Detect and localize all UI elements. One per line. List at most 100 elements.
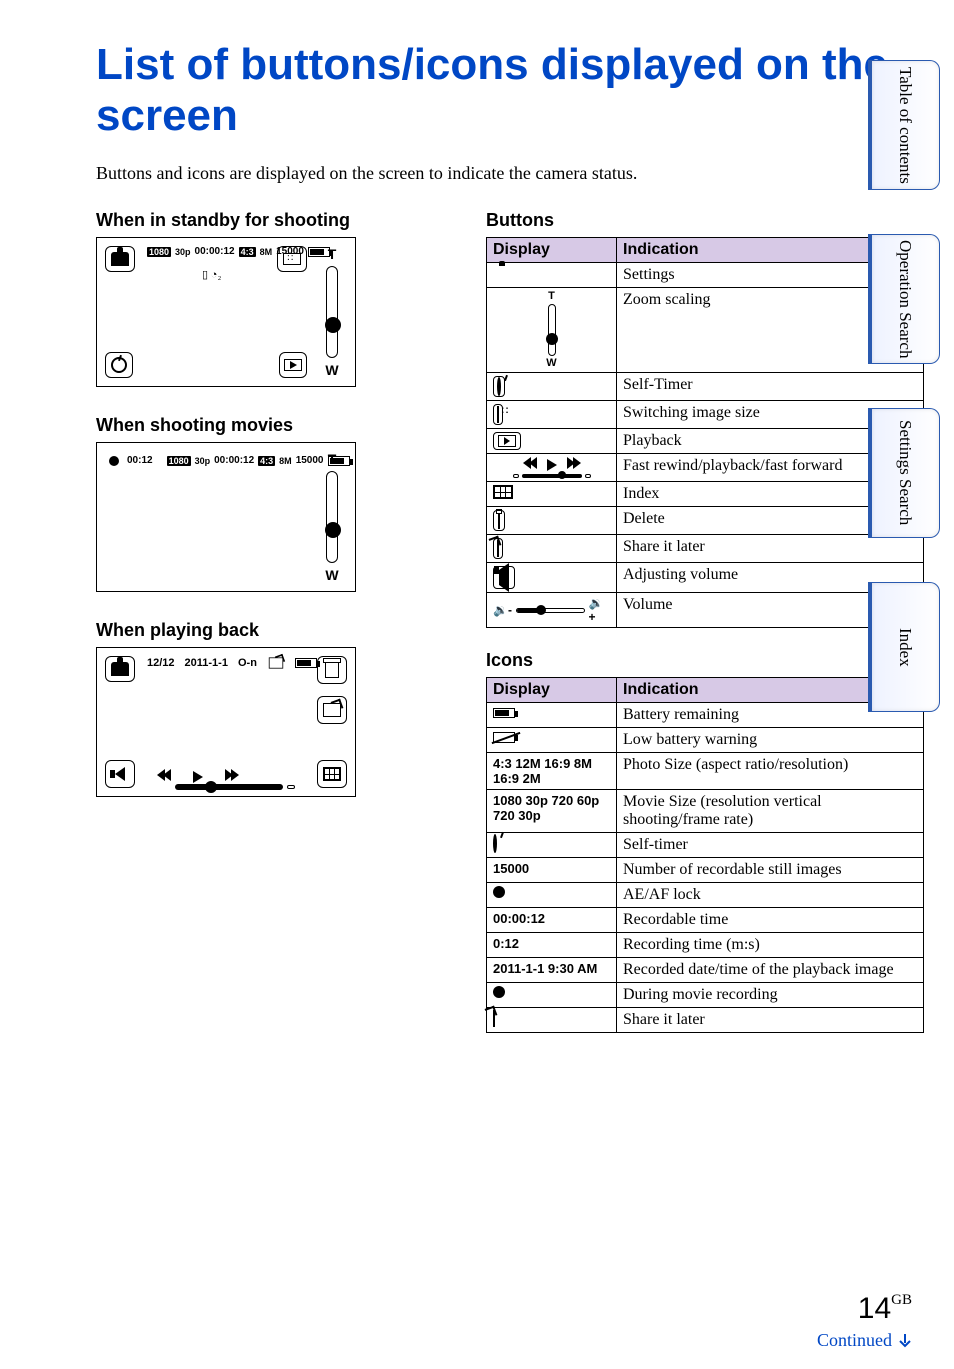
zoom-t-label: T xyxy=(317,246,347,262)
zoom-icon: TW xyxy=(493,291,610,369)
tab-index[interactable]: Index xyxy=(868,582,940,712)
zoom-w-label: W xyxy=(317,362,347,378)
movie-fps: 30p xyxy=(175,247,191,257)
zoom-knob[interactable] xyxy=(325,522,341,538)
side-tabs: Table of contents Operation Search Setti… xyxy=(868,60,940,712)
table-row: Self-Timer xyxy=(487,373,924,401)
table-row: Switching image size xyxy=(487,401,924,429)
aspect-badge: 4:3 xyxy=(258,456,275,466)
index-icon xyxy=(493,485,513,499)
trash-icon xyxy=(498,513,500,529)
self-timer-icon xyxy=(111,357,127,373)
zoom-t-label: T xyxy=(317,451,347,467)
volume-icon xyxy=(115,767,125,781)
zoom-strip[interactable]: T W xyxy=(317,246,347,378)
table-row: 0:12Recording time (m:s) xyxy=(487,933,924,958)
standby-subline: ▯ ◔₂ xyxy=(202,268,221,281)
tab-toc[interactable]: Table of contents xyxy=(868,60,940,190)
table-row: 1080 30p 720 60p 720 30pMovie Size (reso… xyxy=(487,790,924,833)
zoom-w-label: W xyxy=(317,567,347,583)
self-timer-icon xyxy=(497,377,501,396)
cell-indication: Number of recordable still images xyxy=(617,858,924,883)
delete-button[interactable] xyxy=(317,656,347,684)
volume-button[interactable] xyxy=(105,760,135,788)
settings-button[interactable] xyxy=(105,656,135,682)
cell-indication: Recordable time xyxy=(617,908,924,933)
recordable-time: 00:00:12 xyxy=(195,246,235,257)
volume-icon xyxy=(499,563,509,592)
recording-time-value: 0:12 xyxy=(487,933,617,958)
heading-movies: When shooting movies xyxy=(96,415,456,436)
playback-button[interactable] xyxy=(279,352,307,378)
settings-button[interactable] xyxy=(105,246,135,272)
cell-indication: Self-timer xyxy=(617,833,924,858)
play-icon xyxy=(284,359,302,371)
recorded-datetime-value: 2011-1-1 9:30 AM xyxy=(487,958,617,983)
o-key-icon: O-n xyxy=(238,657,257,669)
count-value: 15000 xyxy=(487,858,617,883)
table-row: Share it later xyxy=(487,1008,924,1033)
table-row: Fast rewind/playback/fast forward xyxy=(487,454,924,482)
cell-indication: Low battery warning xyxy=(617,728,924,753)
zoom-knob[interactable] xyxy=(325,317,341,333)
movies-topline: 00:12 1080 30p 00:00:12 4:3 8M 15000 xyxy=(109,455,350,466)
cell-indication: Share it later xyxy=(617,1008,924,1033)
zoom-track xyxy=(326,266,338,358)
movie-format-badge: 1080 xyxy=(167,456,191,466)
table-row: Playback xyxy=(487,429,924,454)
standby-screen: 1080 30p 00:00:12 4:3 8M 15000 ▯ ◔₂ T W xyxy=(96,237,356,387)
trash-icon xyxy=(325,662,339,678)
continued-link[interactable]: Continued xyxy=(817,1330,912,1351)
rewind-icon[interactable] xyxy=(157,768,171,786)
aspect-badge: 4:3 xyxy=(239,247,256,257)
play-icon[interactable] xyxy=(193,771,203,783)
rec-dot-icon xyxy=(109,456,119,466)
rec-elapsed: 00:12 xyxy=(127,455,153,466)
tab-settings-search[interactable]: Settings Search xyxy=(868,408,940,538)
table-row: Share it later xyxy=(487,535,924,563)
page-number: 14 xyxy=(858,1292,891,1325)
playback-counter: 12/12 xyxy=(147,657,175,669)
table-row: 2011-1-1 9:30 AMRecorded date/time of th… xyxy=(487,958,924,983)
photo-size-icon: 4:3 12M 16:9 8M 16:9 2M xyxy=(487,753,617,790)
heading-playback: When playing back xyxy=(96,620,456,641)
share-icon xyxy=(269,658,283,669)
cell-indication: Photo Size (aspect ratio/resolution) xyxy=(617,753,924,790)
movie-size-icon: 1080 30p 720 60p 720 30p xyxy=(487,790,617,833)
icons-table: DisplayIndication Battery remaining Low … xyxy=(486,677,924,1033)
table-row: Index xyxy=(487,482,924,507)
share-button[interactable] xyxy=(317,696,347,724)
gear-icon xyxy=(111,662,129,676)
table-row: 4:3 12M 16:9 8M 16:9 2MPhoto Size (aspec… xyxy=(487,753,924,790)
recordable-time: 00:00:12 xyxy=(214,455,254,466)
share-icon xyxy=(493,1010,495,1027)
self-timer-icon xyxy=(493,834,497,853)
battery-icon xyxy=(493,708,515,718)
self-timer-button[interactable] xyxy=(105,352,133,378)
table-row: Delete xyxy=(487,507,924,535)
zoom-strip[interactable]: T W xyxy=(317,451,347,583)
table-row: AE/AF lock xyxy=(487,883,924,908)
heading-icons: Icons xyxy=(486,650,924,671)
image-size-button[interactable] xyxy=(277,246,307,272)
playback-date: 2011-1-1 xyxy=(185,657,228,669)
low-battery-icon xyxy=(493,732,515,743)
zoom-track xyxy=(326,471,338,563)
photo-mp: 8M xyxy=(260,247,273,257)
tab-operation-search[interactable]: Operation Search xyxy=(868,234,940,364)
playback-progress[interactable] xyxy=(175,784,295,790)
recordable-time-value: 00:00:12 xyxy=(487,908,617,933)
battery-icon xyxy=(295,658,317,668)
table-row: Adjusting volume xyxy=(487,563,924,593)
index-button[interactable] xyxy=(317,760,347,788)
table-row: TWZoom scaling xyxy=(487,288,924,373)
cell-indication: During movie recording xyxy=(617,983,924,1008)
heading-buttons: Buttons xyxy=(486,210,924,231)
recording-dot-icon xyxy=(493,986,505,998)
movie-fps: 30p xyxy=(195,456,211,466)
size-icon xyxy=(497,406,499,423)
aeaf-lock-icon xyxy=(493,886,505,898)
playback-topline: 12/12 2011-1-1 O-n xyxy=(147,656,317,670)
movie-format-badge: 1080 xyxy=(147,247,171,257)
col-display: Display xyxy=(487,238,617,263)
